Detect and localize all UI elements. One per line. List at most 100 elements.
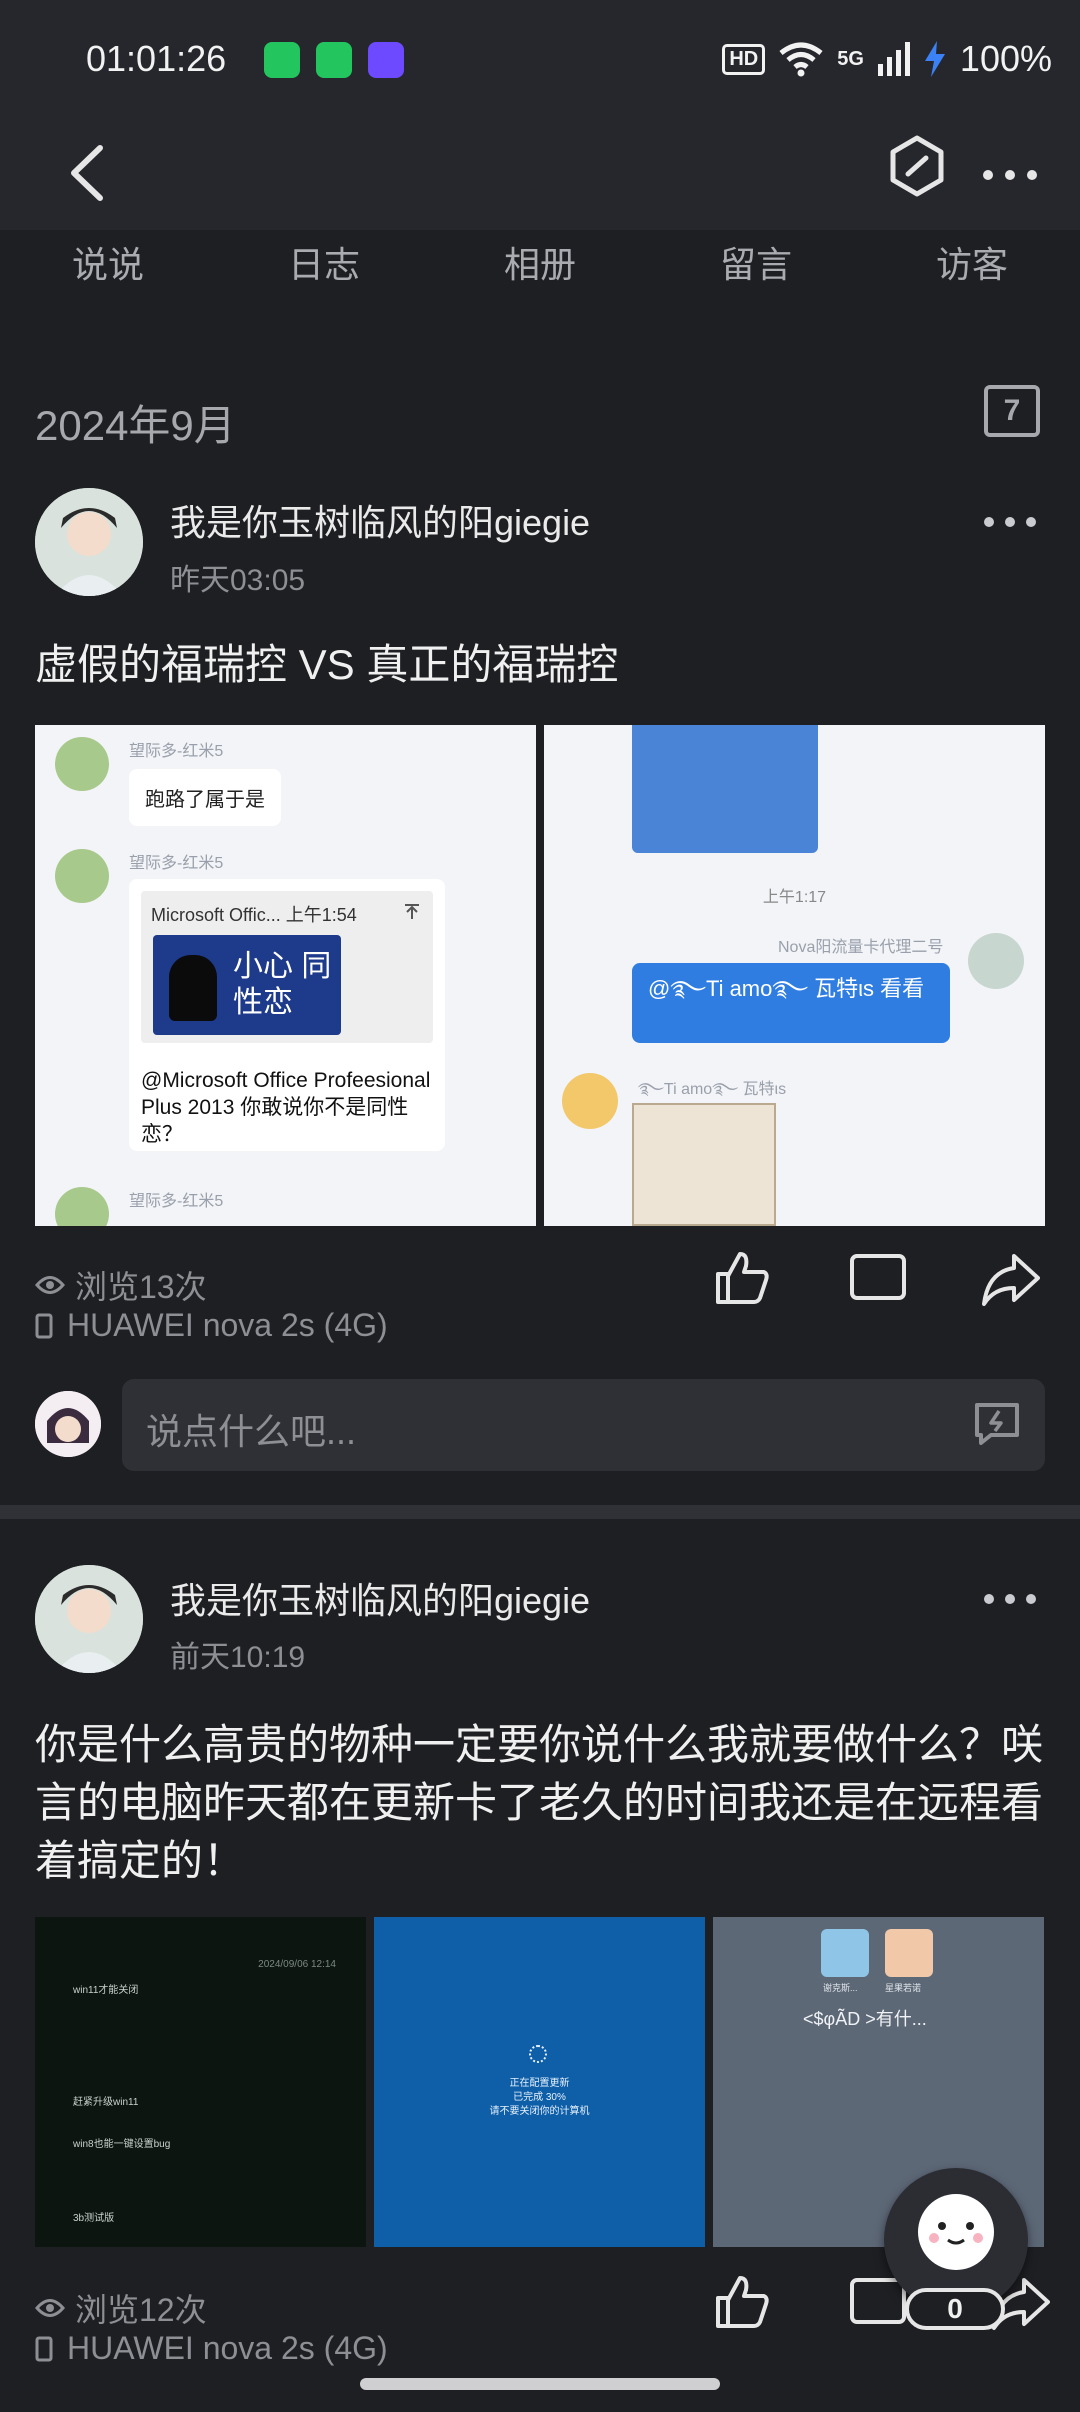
device-info: HUAWEI nova 2s (4G) <box>35 2330 388 2367</box>
chat-line: win11才能关闭 <box>73 1985 139 1996</box>
chat-avatar <box>55 1187 109 1226</box>
chat-avatar <box>968 933 1024 989</box>
like-icon[interactable] <box>712 1248 772 1308</box>
more-icon[interactable] <box>980 160 1040 190</box>
chat-date: 2024/09/06 12:14 <box>258 1959 336 1970</box>
eye-icon <box>35 2299 65 2317</box>
card-text: @Microsoft Office Profeesional Plus 2013… <box>141 1069 431 1146</box>
chat-avatar <box>55 849 109 903</box>
update-line: 请不要关闭你的计算机 <box>489 2106 590 2117</box>
more-icon[interactable] <box>982 1589 1038 1609</box>
profile-tabs: 说说 日志 相册 留言 访客 <box>0 230 1080 300</box>
sender-name: 望际多-红米5 <box>129 855 224 872</box>
post-image[interactable]: 2024/09/06 12:14 win11才能关闭 赶紧升级win11 win… <box>35 1917 366 2247</box>
sticker: 小心 同性恋 <box>153 935 341 1035</box>
battery-percent: 100% <box>959 38 1052 79</box>
month-title: 2024年9月 <box>35 402 236 449</box>
comment-icon[interactable] <box>848 1250 908 1310</box>
tab-shuoshuo[interactable]: 说说 <box>0 230 216 300</box>
chat-line: win8也能一键设置bug <box>73 2139 171 2150</box>
post-image[interactable]: 望际多-红米5 跑路了属于是 望际多-红米5 Microsoft Offic..… <box>35 725 536 1226</box>
update-line: 正在配置更新 <box>509 2078 570 2089</box>
author-avatar[interactable] <box>35 1565 143 1673</box>
game-avatar <box>885 1929 933 1977</box>
phone-icon <box>35 2336 53 2361</box>
post-image[interactable]: 正在配置更新 已完成 30% 请不要关闭你的计算机 <box>374 1917 705 2247</box>
eye-icon <box>35 1276 65 1294</box>
home-indicator[interactable] <box>360 2378 720 2390</box>
tab-visitors[interactable]: 访客 <box>864 230 1080 300</box>
calendar-icon[interactable]: 7 <box>984 385 1040 437</box>
chat-avatar <box>55 737 109 791</box>
chat-bubble-blue: @࿐Ti amo࿐ 瓦特ιѕ 看看 <box>632 963 950 1043</box>
top-app-bar <box>0 120 1080 230</box>
sketch-image <box>632 1103 776 1226</box>
pin-icon <box>405 904 419 919</box>
sticker-text: 小心 同性恋 <box>233 950 332 1019</box>
comment-placeholder: 说点什么吧... <box>146 1411 357 1452</box>
view-count: 浏览12次 <box>35 2285 207 2331</box>
chat-avatar <box>562 1073 618 1129</box>
sender-name: 望际多-红米5 <box>129 743 224 760</box>
view-text: 浏览13次 <box>75 1269 207 1305</box>
battery-app-icon <box>264 42 300 78</box>
floating-count-badge: 0 <box>905 2288 1005 2330</box>
sender-name: 望际多-红米5 <box>129 1193 224 1210</box>
card-title: Microsoft Offic... 上午1:54 <box>151 905 357 925</box>
status-bar: 01:01:26 HD 5G 100% <box>0 0 1080 120</box>
forwarded-card: Microsoft Offic... 上午1:54 小心 同性恋 @Micros… <box>129 879 445 1151</box>
game-label: 谢克斯... <box>823 1983 858 1993</box>
post-time: 前天10:19 <box>170 1641 306 1674</box>
status-time: 01:01:26 <box>86 38 227 79</box>
game-label: 星果若诺 <box>885 1983 922 1993</box>
tab-guestbook[interactable]: 留言 <box>648 230 864 300</box>
device-info: HUAWEI nova 2s (4G) <box>35 1307 388 1344</box>
wifi-icon <box>779 42 823 77</box>
author-name[interactable]: 我是你玉树临风的阳giegie <box>170 494 590 546</box>
device-text: HUAWEI nova 2s (4G) <box>67 1307 388 1343</box>
update-line: 已完成 30% <box>513 2092 566 2103</box>
share-icon[interactable] <box>980 1250 1040 1310</box>
cartoon-figure <box>169 955 217 1021</box>
network-type: 5G <box>837 47 864 70</box>
author-name[interactable]: 我是你玉树临风的阳giegie <box>170 1572 590 1624</box>
view-count: 浏览13次 <box>35 1262 207 1308</box>
comment-input[interactable]: 说点什么吧... <box>122 1379 1045 1471</box>
tab-journal[interactable]: 日志 <box>216 230 432 300</box>
loading-spinner-icon <box>529 2045 547 2063</box>
chat-bubble: 跑路了属于是 <box>129 769 281 826</box>
fursona-image <box>632 725 818 853</box>
browser-app-icon <box>368 42 404 78</box>
device-text: HUAWEI nova 2s (4G) <box>67 2330 388 2366</box>
hd-icon: HD <box>722 43 766 75</box>
tab-album[interactable]: 相册 <box>432 230 648 300</box>
post-text: 虚假的福瑞控 VS 真正的福瑞控 <box>35 641 619 688</box>
signal-icon <box>877 42 910 76</box>
comment-row: 说点什么吧... <box>0 1379 1080 1471</box>
status-right: HD 5G 100% <box>722 38 1052 80</box>
back-icon[interactable] <box>56 138 116 208</box>
image-grid: 望际多-红米5 跑路了属于是 望际多-红米5 Microsoft Offic..… <box>35 725 1045 1226</box>
game-text: <$φÃD >有什... <box>803 2009 927 2029</box>
sender-name: Nova阳流量卡代理二号 <box>778 939 944 956</box>
post-divider <box>0 1505 1080 1519</box>
my-avatar[interactable] <box>35 1391 101 1457</box>
message-app-icon <box>316 42 352 78</box>
post-image[interactable]: 上午1:17 Nova阳流量卡代理二号 @࿐Ti amo࿐ 瓦特ιѕ 看看 ࿐T… <box>544 725 1045 1226</box>
author-avatar[interactable] <box>35 488 143 596</box>
charging-icon <box>924 41 945 77</box>
chat-line: 3b测试版 <box>73 2213 115 2224</box>
view-text: 浏览12次 <box>75 2292 207 2328</box>
quick-reply-icon[interactable] <box>973 1401 1021 1445</box>
card-header: Microsoft Offic... 上午1:54 小心 同性恋 <box>141 891 433 1043</box>
post-text: 你是什么高贵的物种一定要你说什么我就要做什么？咲言的电脑昨天都在更新卡了老久的时… <box>35 1721 1044 1884</box>
game-avatar <box>821 1929 869 1977</box>
more-icon[interactable] <box>982 512 1038 532</box>
update-text: 正在配置更新 已完成 30% 请不要关闭你的计算机 <box>374 2077 705 2119</box>
hexagon-icon[interactable] <box>888 134 946 198</box>
chat-time: 上午1:17 <box>762 889 827 906</box>
post-time: 昨天03:05 <box>170 564 306 597</box>
phone-icon <box>35 1313 53 1338</box>
chat-line: 赶紧升级win11 <box>73 2097 139 2108</box>
like-icon[interactable] <box>712 2272 772 2332</box>
